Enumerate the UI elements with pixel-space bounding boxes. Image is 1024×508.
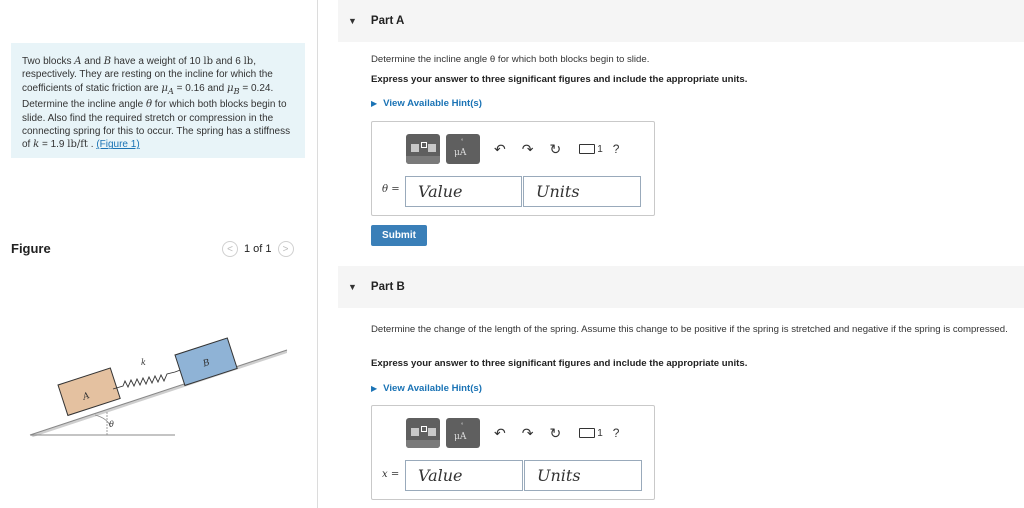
prev-figure-button[interactable]: <	[222, 241, 238, 257]
reset-icon[interactable]: ↻	[549, 425, 561, 442]
submit-button[interactable]: Submit	[371, 225, 427, 246]
next-figure-button[interactable]: >	[277, 241, 294, 257]
keyboard-icon[interactable]: 1	[579, 428, 603, 439]
part-a-var-label: θ =	[382, 184, 400, 195]
part-b-answer-box: ° μA ↶ ↷ ↻ 1 ? x = Value Units	[371, 405, 655, 500]
figure-pager: < 1 of 1 >	[222, 241, 294, 257]
part-b-toolbar: ° μA ↶ ↷ ↻ 1 ?	[406, 418, 619, 448]
collapse-caret-icon[interactable]: ▼	[348, 16, 357, 26]
part-b-value-input[interactable]: Value	[405, 460, 523, 491]
part-a-title: Part A	[370, 15, 405, 27]
hint-label: View Available Hint(s)	[383, 98, 482, 109]
problem-statement: Two blocks A and B have a weight of 10 l…	[11, 43, 305, 158]
help-icon[interactable]: ?	[613, 426, 620, 440]
units-button[interactable]: ° μA	[446, 418, 480, 448]
part-a-answer-box: ° μA ↶ ↷ ↻ 1 ? θ = Value Units	[371, 121, 655, 216]
incline-figure: θ A k B	[29, 337, 288, 437]
part-b-header[interactable]: ▼ Part B	[338, 266, 1024, 308]
templates-button[interactable]	[406, 418, 440, 448]
part-a-question: Determine the incline angle θ for which …	[371, 54, 650, 65]
part-a-value-input[interactable]: Value	[405, 176, 522, 207]
left-panel: Two blocks A and B have a weight of 10 l…	[0, 0, 318, 508]
templates-button[interactable]	[406, 134, 440, 164]
figure-page-count: 1 of 1	[244, 243, 272, 255]
undo-icon[interactable]: ↶	[494, 141, 506, 158]
part-a-toolbar: ° μA ↶ ↷ ↻ 1 ?	[406, 134, 619, 164]
part-b-instruction: Express your answer to three significant…	[371, 358, 748, 369]
help-icon[interactable]: ?	[613, 142, 620, 156]
redo-icon[interactable]: ↷	[522, 141, 534, 158]
reset-icon[interactable]: ↻	[549, 141, 561, 158]
page: Two blocks A and B have a weight of 10 l…	[0, 0, 1024, 508]
hint-label: View Available Hint(s)	[383, 383, 482, 394]
part-b-units-input[interactable]: Units	[524, 460, 642, 491]
collapse-caret-icon[interactable]: ▼	[348, 282, 357, 292]
part-b-var-label: x =	[382, 469, 400, 480]
angle-label: θ	[109, 420, 114, 429]
part-b-question: Determine the change of the length of th…	[371, 324, 1008, 335]
part-a-instruction: Express your answer to three significant…	[371, 74, 748, 85]
undo-icon[interactable]: ↶	[494, 425, 506, 442]
figure-link[interactable]: (Figure 1)	[96, 139, 139, 150]
part-b-hint-link[interactable]: ▶ View Available Hint(s)	[371, 383, 482, 394]
part-a-header[interactable]: ▼ Part A	[338, 0, 1024, 42]
keyboard-icon[interactable]: 1	[579, 144, 603, 155]
spring-label: k	[141, 358, 146, 367]
part-b-title: Part B	[370, 281, 405, 293]
spring	[112, 368, 184, 390]
expand-triangle-icon: ▶	[371, 384, 378, 393]
part-a-hint-link[interactable]: ▶ View Available Hint(s)	[371, 98, 482, 109]
redo-icon[interactable]: ↷	[522, 425, 534, 442]
expand-triangle-icon: ▶	[371, 99, 378, 108]
figure-heading: Figure	[11, 241, 51, 256]
units-button[interactable]: ° μA	[446, 134, 480, 164]
part-a-units-input[interactable]: Units	[523, 176, 641, 207]
